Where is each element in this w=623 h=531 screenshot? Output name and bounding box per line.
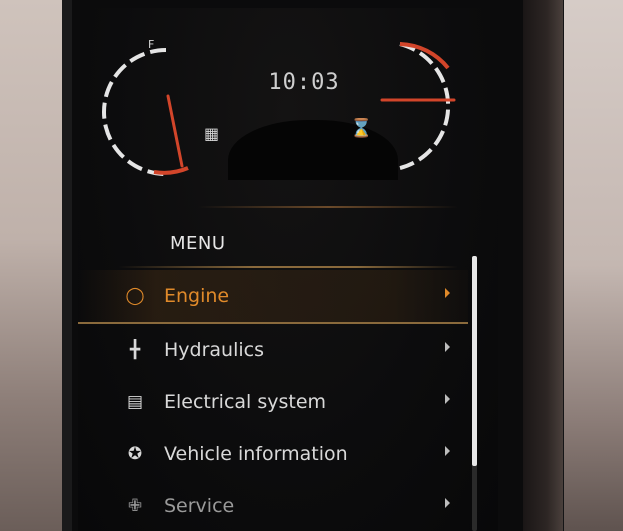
menu-item-label: Electrical system (164, 391, 327, 413)
background-left (0, 0, 70, 531)
header-separator (198, 206, 458, 208)
chevron-right-icon (445, 288, 450, 298)
cab-pillar (523, 0, 563, 531)
vehicle-info-icon: ✪ (127, 444, 143, 464)
menu-item-label: Hydraulics (164, 339, 264, 361)
menu-item-engine[interactable]: ◯ Engine (78, 270, 468, 324)
chevron-right-icon (445, 394, 450, 404)
display-screen: F ▦ 10:03 ⌛ MENU ◯ Engine ╋ Hydraulics ▤… (78, 8, 498, 531)
hydraulics-icon: ╋ (129, 340, 141, 360)
engine-oil-drop-icon: ◯ (125, 286, 145, 306)
chevron-right-icon (445, 498, 450, 508)
fuel-full-label: F (148, 38, 155, 51)
service-icon: ✙ (127, 496, 143, 516)
fuel-pump-icon: ▦ (204, 124, 220, 143)
scrollbar-thumb[interactable] (472, 256, 477, 466)
fuel-gauge (96, 36, 226, 186)
menu-item-service[interactable]: ✙ Service (78, 480, 468, 531)
menu-item-label: Service (164, 495, 235, 517)
menu-title-divider (118, 266, 458, 268)
clock: 10:03 (268, 70, 340, 95)
menu-item-label: Engine (164, 285, 230, 307)
battery-icon: ▤ (126, 392, 144, 412)
temperature-gauge (350, 30, 470, 180)
menu-item-electrical-system[interactable]: ▤ Electrical system (78, 376, 468, 428)
chevron-right-icon (445, 446, 450, 456)
menu-title: MENU (170, 233, 226, 254)
oil-temperature-icon: ⌛ (350, 118, 373, 139)
chevron-right-icon (445, 342, 450, 352)
menu-item-vehicle-information[interactable]: ✪ Vehicle information (78, 428, 468, 480)
menu-list: ◯ Engine ╋ Hydraulics ▤ Electrical syste… (78, 270, 468, 531)
menu-item-hydraulics[interactable]: ╋ Hydraulics (78, 324, 468, 376)
menu-item-label: Vehicle information (164, 443, 348, 465)
